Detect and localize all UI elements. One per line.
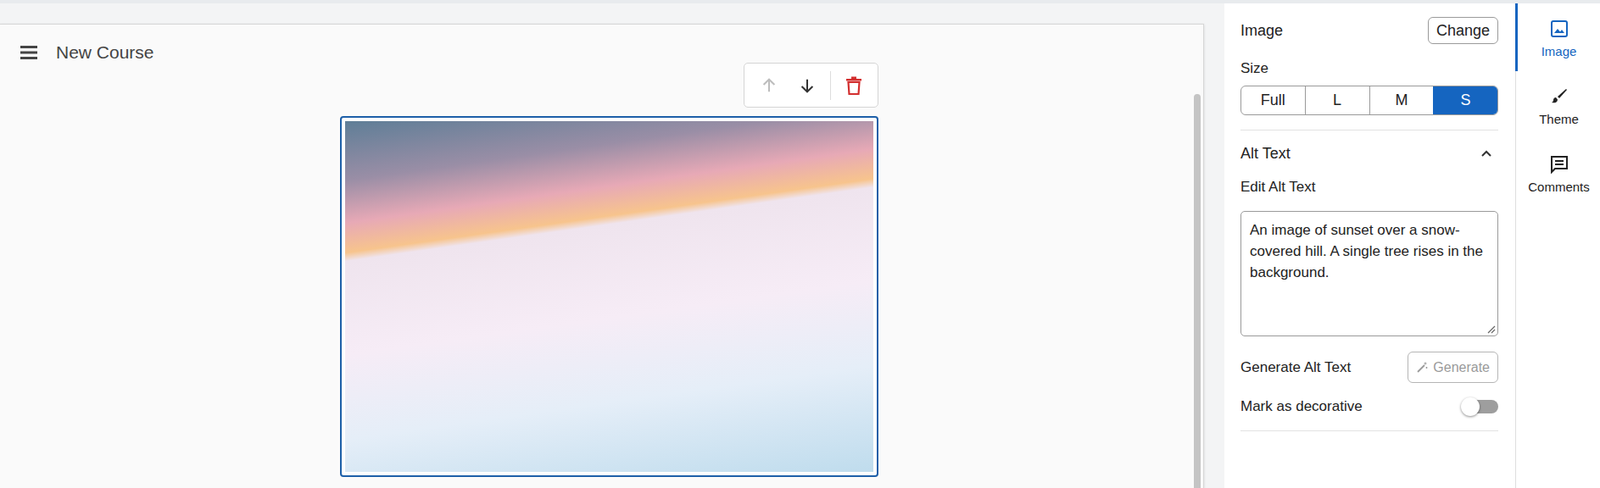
size-option[interactable]: Full bbox=[1241, 86, 1305, 115]
decorative-row: Mark as decorative bbox=[1240, 396, 1499, 418]
canvas-main: New Course bbox=[0, 24, 1192, 488]
side-rail: Image Theme Comments bbox=[1515, 3, 1600, 488]
decorative-toggle[interactable] bbox=[1460, 396, 1499, 418]
image-block[interactable] bbox=[340, 116, 879, 478]
divider bbox=[1240, 430, 1499, 432]
panel-header: Image Change bbox=[1240, 16, 1499, 45]
course-title: New Course bbox=[55, 42, 155, 63]
generate-button-label: Generate bbox=[1432, 360, 1490, 376]
alt-text-title: Alt Text bbox=[1240, 144, 1291, 163]
alt-text-header[interactable]: Alt Text bbox=[1240, 144, 1499, 163]
comment-icon bbox=[1549, 154, 1570, 175]
generate-label: Generate Alt Text bbox=[1240, 358, 1351, 378]
scrollbar-thumb[interactable] bbox=[1193, 94, 1201, 488]
block-toolbar bbox=[743, 62, 879, 108]
magic-wand-icon bbox=[1416, 362, 1428, 374]
arrow-up-icon bbox=[759, 76, 779, 95]
alt-text-field[interactable]: An image of sunset over a snow-covered h… bbox=[1240, 211, 1499, 337]
chevron-icon[interactable] bbox=[1479, 146, 1494, 161]
size-label: Size bbox=[1240, 59, 1499, 79]
alt-text-value[interactable]: An image of sunset over a snow-covered h… bbox=[1249, 222, 1483, 281]
hamburger-icon[interactable] bbox=[20, 44, 38, 61]
image-icon bbox=[1549, 18, 1570, 40]
editor-area: New Course bbox=[0, 3, 1225, 488]
resize-handle-icon[interactable] bbox=[1487, 325, 1496, 335]
move-down-button[interactable] bbox=[791, 70, 823, 101]
delete-button[interactable] bbox=[838, 70, 870, 101]
decorative-label: Mark as decorative bbox=[1240, 397, 1363, 417]
toggle-knob bbox=[1460, 397, 1480, 417]
rail-item[interactable]: Comments bbox=[1515, 139, 1600, 207]
toolbar-divider bbox=[830, 71, 831, 101]
arrow-down-icon[interactable] bbox=[797, 76, 817, 95]
rail-item[interactable]: Image bbox=[1515, 3, 1600, 72]
panel-title: Image bbox=[1240, 22, 1283, 40]
size-option[interactable]: S bbox=[1432, 86, 1498, 115]
rail-item[interactable]: Theme bbox=[1515, 71, 1600, 140]
properties-panel: Image Change Size FullLMS Alt Text Edit Alt T… bbox=[1224, 3, 1516, 488]
course-canvas: New Course bbox=[0, 23, 1205, 488]
rail-label: Image bbox=[1541, 44, 1578, 60]
rail-label: Theme bbox=[1538, 111, 1579, 128]
trash-icon[interactable] bbox=[845, 76, 863, 95]
move-up-button bbox=[753, 70, 785, 101]
menu-button[interactable] bbox=[20, 42, 38, 63]
toolbar-row bbox=[340, 62, 879, 108]
size-selector: FullLMS bbox=[1240, 85, 1499, 116]
course-header: New Course bbox=[0, 24, 1192, 63]
size-option[interactable]: L bbox=[1304, 86, 1370, 115]
divider bbox=[1240, 129, 1499, 131]
generate-row: Generate Alt Text Generate bbox=[1240, 351, 1499, 384]
photo bbox=[345, 121, 874, 473]
brush-icon bbox=[1549, 86, 1570, 107]
size-option[interactable]: M bbox=[1369, 86, 1434, 115]
change-button[interactable]: Change bbox=[1427, 16, 1499, 45]
generate-button: Generate bbox=[1407, 351, 1499, 384]
edit-alt-text-label: Edit Alt Text bbox=[1240, 178, 1499, 197]
content-column bbox=[340, 62, 879, 478]
rail-label: Comments bbox=[1527, 179, 1590, 196]
scrollbar[interactable] bbox=[1191, 24, 1204, 488]
